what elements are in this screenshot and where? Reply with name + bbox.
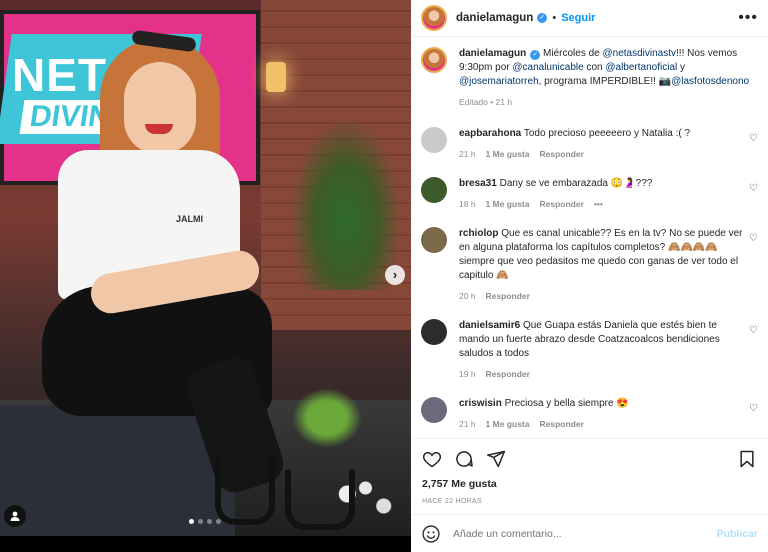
post-timestamp: HACE 22 HORAS	[422, 498, 482, 505]
comment-like-heart-icon[interactable]: ♡	[744, 325, 758, 381]
commenter-avatar[interactable]	[421, 127, 447, 153]
comments-scroll[interactable]: danielamagun ✓ Miércoles de @netasdivinas…	[411, 37, 768, 438]
comment-row: danielsamir6 Que Guapa estás Daniela que…	[421, 319, 758, 381]
verified-badge-icon: ✓	[530, 50, 541, 60]
author-username[interactable]: danielamagun	[456, 12, 533, 24]
reply-button[interactable]: Responder	[539, 147, 583, 161]
carousel-dot	[207, 519, 212, 524]
comment-body: criswisin Preciosa y bella siempre 😍 21 h…	[459, 397, 744, 431]
woman-face	[124, 62, 196, 154]
follow-button[interactable]: Seguir	[561, 12, 595, 24]
caption-body: danielamagun ✓ Miércoles de @netasdivinas…	[459, 47, 758, 109]
commenter-username[interactable]: danielsamir6	[459, 320, 520, 331]
commenter-username[interactable]: eapbarahona	[459, 128, 521, 139]
comment-time: 20 h	[459, 291, 476, 301]
tagged-users-icon[interactable]	[4, 505, 26, 527]
reply-button[interactable]: Responder	[486, 289, 530, 303]
comment-meta: 19 h Responder	[459, 367, 744, 381]
comment-text: Todo precioso peeeeero y Natalia :( ?	[523, 128, 691, 139]
post-header: danielamagun ✓ • Seguir •••	[411, 0, 768, 37]
comment-time: 21 h	[459, 149, 476, 159]
comment-row: rchiolop Que es canal unicable?? Es en l…	[421, 227, 758, 303]
more-options-icon[interactable]: •••	[738, 9, 758, 27]
commenter-username[interactable]: bresa31	[459, 178, 497, 189]
publish-button[interactable]: Publicar	[717, 528, 758, 540]
comment-likes[interactable]: 1 Me gusta	[486, 147, 530, 161]
like-heart-icon[interactable]	[422, 449, 442, 469]
header-separator: •	[552, 12, 557, 24]
comment-text: Preciosa y bella siempre 😍	[504, 398, 629, 409]
carousel-dots	[189, 519, 221, 524]
caption-row: danielamagun ✓ Miércoles de @netasdivinas…	[421, 47, 758, 109]
comment-body: danielsamir6 Que Guapa estás Daniela que…	[459, 319, 744, 381]
comment-time: 21 h	[459, 419, 476, 429]
comment-row: bresa31 Dany se ve embarazada 😳🤰??? 18 h1…	[421, 177, 758, 211]
emoji-icon[interactable]	[421, 524, 441, 544]
comment-time: 19 h	[459, 369, 476, 379]
post-photo[interactable]: NETAS DIVINAS JALMI	[0, 0, 411, 536]
comment-body: rchiolop Que es canal unicable?? Es en l…	[459, 227, 744, 303]
author-avatar[interactable]	[421, 5, 447, 31]
mention-link[interactable]: @netasdivinastv	[603, 48, 677, 59]
mention-link[interactable]: @lasfotosdenono	[671, 76, 749, 87]
comment-likes[interactable]: 1 Me gusta	[486, 197, 530, 211]
comment-time: 18 h	[459, 199, 476, 209]
instagram-post-window: NETAS DIVINAS JALMI › danielamagun ✓ • S…	[0, 0, 768, 552]
comment-icon[interactable]	[454, 449, 474, 469]
comment-more-icon[interactable]: •••	[594, 197, 603, 211]
small-plant	[292, 388, 362, 448]
wall-lamp	[266, 62, 286, 92]
commenter-avatar[interactable]	[421, 319, 447, 345]
comment-body: bresa31 Dany se ve embarazada 😳🤰??? 18 h1…	[459, 177, 744, 211]
comment-like-heart-icon[interactable]: ♡	[744, 403, 758, 431]
caption-username[interactable]: danielamagun	[459, 48, 526, 59]
commenter-username[interactable]: rchiolop	[459, 228, 498, 239]
next-slide-button[interactable]: ›	[385, 265, 405, 285]
comment-text: Que es canal unicable?? Es en la tv? No …	[459, 228, 743, 281]
comment-meta: 20 h Responder	[459, 289, 744, 303]
edited-label: Editado • 21 h	[459, 97, 513, 107]
comment-like-heart-icon[interactable]: ♡	[744, 133, 758, 161]
comment-composer: Publicar	[411, 514, 768, 552]
commenter-avatar[interactable]	[421, 397, 447, 423]
carousel-dot	[216, 519, 221, 524]
shirt-print: JALMI	[176, 214, 203, 224]
carousel-dot-active	[189, 519, 194, 524]
bookmark-icon[interactable]	[737, 449, 757, 469]
mention-link[interactable]: @josemariatorreh	[459, 76, 539, 87]
comment-body: eapbarahona Todo precioso peeeeero y Nat…	[459, 127, 744, 161]
comment-meta: 21 h 1 Me gusta Responder	[459, 147, 744, 161]
caption-avatar[interactable]	[421, 47, 447, 73]
sandal-right	[285, 470, 355, 530]
mention-link[interactable]: @albertanoficial	[605, 62, 677, 73]
action-bar	[411, 438, 768, 478]
reply-button[interactable]: Responder	[539, 197, 583, 211]
share-icon[interactable]	[486, 449, 506, 469]
comment-row: eapbarahona Todo precioso peeeeero y Nat…	[421, 127, 758, 161]
caption-meta: Editado • 21 h	[459, 95, 758, 109]
comment-input[interactable]	[453, 527, 717, 540]
commenter-avatar[interactable]	[421, 227, 447, 253]
post-media: NETAS DIVINAS JALMI ›	[0, 0, 411, 552]
carousel-dot	[198, 519, 203, 524]
comment-meta: 21 h 1 Me gusta Responder	[459, 417, 744, 431]
comment-text: Dany se ve embarazada 😳🤰???	[499, 178, 653, 189]
sandal-left	[215, 455, 275, 525]
commenter-username[interactable]: criswisin	[459, 398, 502, 409]
reply-button[interactable]: Responder	[486, 367, 530, 381]
comment-like-heart-icon[interactable]: ♡	[744, 183, 758, 211]
comment-likes[interactable]: 1 Me gusta	[486, 417, 530, 431]
mention-link[interactable]: @canalunicable	[512, 62, 583, 73]
comment-row: criswisin Preciosa y bella siempre 😍 21 h…	[421, 397, 758, 431]
comment-meta: 18 h 1 Me gusta Responder •••	[459, 197, 744, 211]
likes-count[interactable]: 2,757 Me gusta	[411, 478, 768, 490]
post-details-panel: danielamagun ✓ • Seguir ••• danielamagun…	[411, 0, 768, 552]
plants-decoration	[291, 120, 401, 290]
reply-button[interactable]: Responder	[539, 417, 583, 431]
commenter-avatar[interactable]	[421, 177, 447, 203]
comment-like-heart-icon[interactable]: ♡	[744, 233, 758, 303]
comments-list: eapbarahona Todo precioso peeeeero y Nat…	[421, 127, 758, 431]
verified-badge-icon: ✓	[537, 13, 548, 23]
